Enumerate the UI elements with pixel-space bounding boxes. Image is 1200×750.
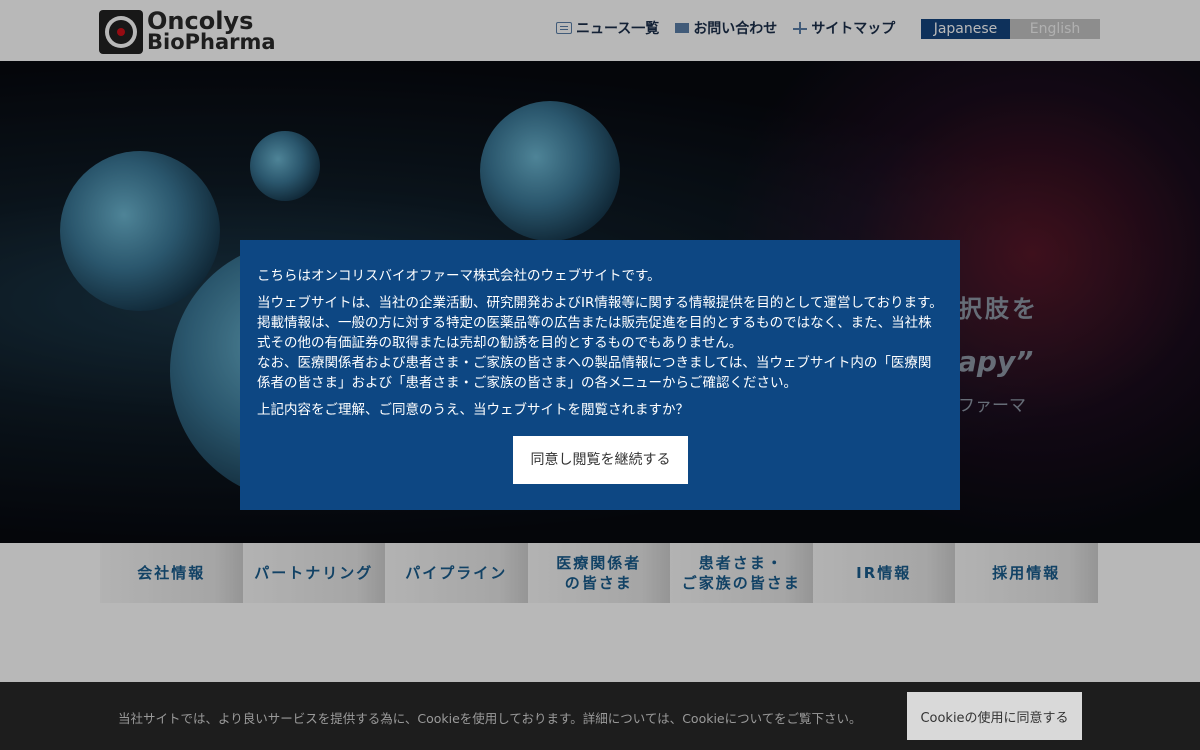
cookie-banner: 当社サイトでは、より良いサービスを提供する為に、Cookieを使用しております。… (0, 682, 1200, 750)
modal-question-text: 上記内容をご理解、ご同意のうえ、当ウェブサイトを閲覧されますか？ (257, 402, 689, 418)
consent-modal: こちらはオンコリスバイオファーマ株式会社のウェブサイトです。 当ウェブサイトは、… (240, 240, 960, 510)
modal-product-info-text: なお、医療関係者および患者さま・ご家族の皆さまへの製品情報につきましては、当ウェ… (257, 355, 932, 391)
modal-purpose-text: 当ウェブサイトは、当社の企業活動、研究開発およびIR情報等に関する情報提供を目的… (257, 295, 943, 351)
cookie-message: 当社サイトでは、より良いサービスを提供する為に、Cookieを使用しております。… (118, 708, 862, 727)
cookie-policy-link[interactable]: Cookieについて (682, 711, 774, 726)
cookie-accept-button[interactable]: Cookieの使用に同意する (907, 692, 1082, 740)
cookie-message-pre: 当社サイトでは、より良いサービスを提供する為に、Cookieを使用しております。… (118, 711, 683, 726)
cookie-message-post: をご覧下さい。 (774, 711, 862, 726)
modal-intro-text: こちらはオンコリスバイオファーマ株式会社のウェブサイトです。 (257, 268, 661, 284)
agree-continue-button[interactable]: 同意し閲覧を継続する (513, 436, 688, 484)
